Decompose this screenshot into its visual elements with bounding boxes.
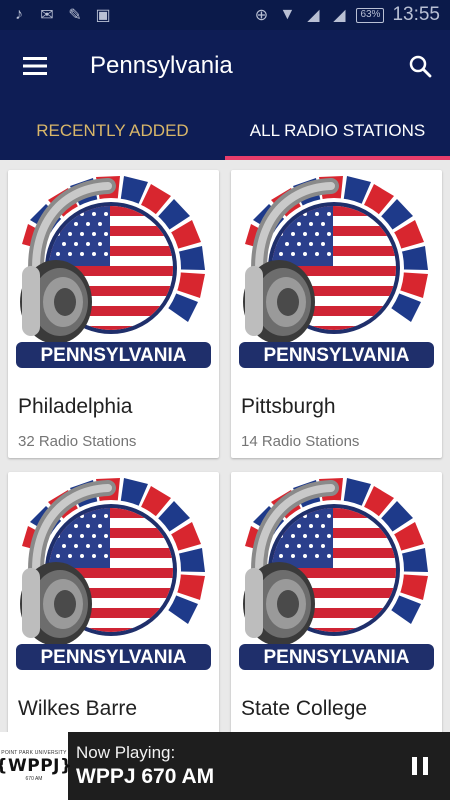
pennsylvania-radio-logo: PENNSYLVANIA (8, 170, 219, 375)
hamburger-menu-icon (23, 57, 47, 75)
email-icon: ✉ (40, 7, 54, 24)
city-name: State College (241, 697, 368, 720)
city-card-philadelphia[interactable]: PENNSYLVANIA Philadelphia 32 Radio Stati… (8, 170, 219, 458)
image-icon: ▣ (95, 7, 111, 24)
tab-bar: RECENTLY ADDED ALL RADIO STATIONS (0, 102, 450, 160)
status-bar: ♪ ✉ ✎ ▣ ⊕ ▼ ◢ ◢ 63% 13:55 (0, 0, 450, 30)
city-card-pittsburgh[interactable]: PENNSYLVANIA Pittsburgh 14 Radio Station… (231, 170, 442, 458)
wifi-icon: ▼ (279, 6, 296, 23)
pennsylvania-radio-logo: PENNSYLVANIA (8, 472, 219, 677)
station-count: 14 Radio Stations (241, 433, 360, 450)
page-title: Pennsylvania (90, 52, 233, 79)
clock: 13:55 (392, 4, 440, 25)
pause-button[interactable] (390, 732, 450, 800)
logo-banner-text: PENNSYLVANIA (40, 345, 186, 366)
signal-icon: ◢ (307, 7, 320, 24)
system-icons: ⊕ ▼ ◢ ◢ 63% 13:55 (252, 4, 440, 26)
city-card-wilkes-barre[interactable]: PENNSYLVANIA Wilkes Barre (8, 472, 219, 732)
signal-icon: ◢ (333, 7, 346, 24)
city-name: Philadelphia (18, 395, 133, 418)
now-playing-station: WPPJ 670 AM (76, 765, 215, 788)
tab-all-radio-stations[interactable]: ALL RADIO STATIONS (225, 102, 450, 160)
notification-icons: ♪ ✉ ✎ ▣ (10, 6, 112, 24)
search-button[interactable] (390, 30, 450, 102)
logo-banner-text: PENNSYLVANIA (263, 647, 409, 668)
data-saver-icon: ⊕ (254, 7, 269, 24)
station-logo-text: {WPPJ} (0, 756, 73, 776)
music-note-icon: ♪ (15, 6, 23, 23)
city-card-state-college[interactable]: PENNSYLVANIA State College (231, 472, 442, 732)
station-logo-bottom-text: 670 AM (25, 776, 43, 782)
tab-recently-added[interactable]: RECENTLY ADDED (0, 102, 225, 160)
pennsylvania-radio-logo: PENNSYLVANIA (231, 170, 442, 375)
search-icon (409, 55, 432, 78)
now-playing-label: Now Playing: (76, 743, 176, 762)
battery-indicator: 63% (356, 7, 385, 23)
menu-button[interactable] (0, 30, 70, 102)
pennsylvania-radio-logo: PENNSYLVANIA (231, 472, 442, 677)
logo-banner-text: PENNSYLVANIA (40, 647, 186, 668)
clean-icon: ✎ (68, 7, 82, 24)
pause-icon (412, 757, 428, 775)
station-count: 32 Radio Stations (18, 433, 137, 450)
app-bar: Pennsylvania (0, 30, 450, 102)
city-name: Pittsburgh (241, 395, 336, 418)
city-name: Wilkes Barre (18, 697, 138, 720)
station-logo: POINT PARK UNIVERSITY {WPPJ} 670 AM (0, 732, 72, 800)
now-playing-bar[interactable]: POINT PARK UNIVERSITY {WPPJ} 670 AM Now … (0, 732, 450, 800)
now-playing-info: Now Playing: WPPJ 670 AM (68, 743, 390, 789)
logo-banner-text: PENNSYLVANIA (263, 345, 409, 366)
city-grid: PENNSYLVANIA Philadelphia 32 Radio Stati… (0, 160, 450, 732)
